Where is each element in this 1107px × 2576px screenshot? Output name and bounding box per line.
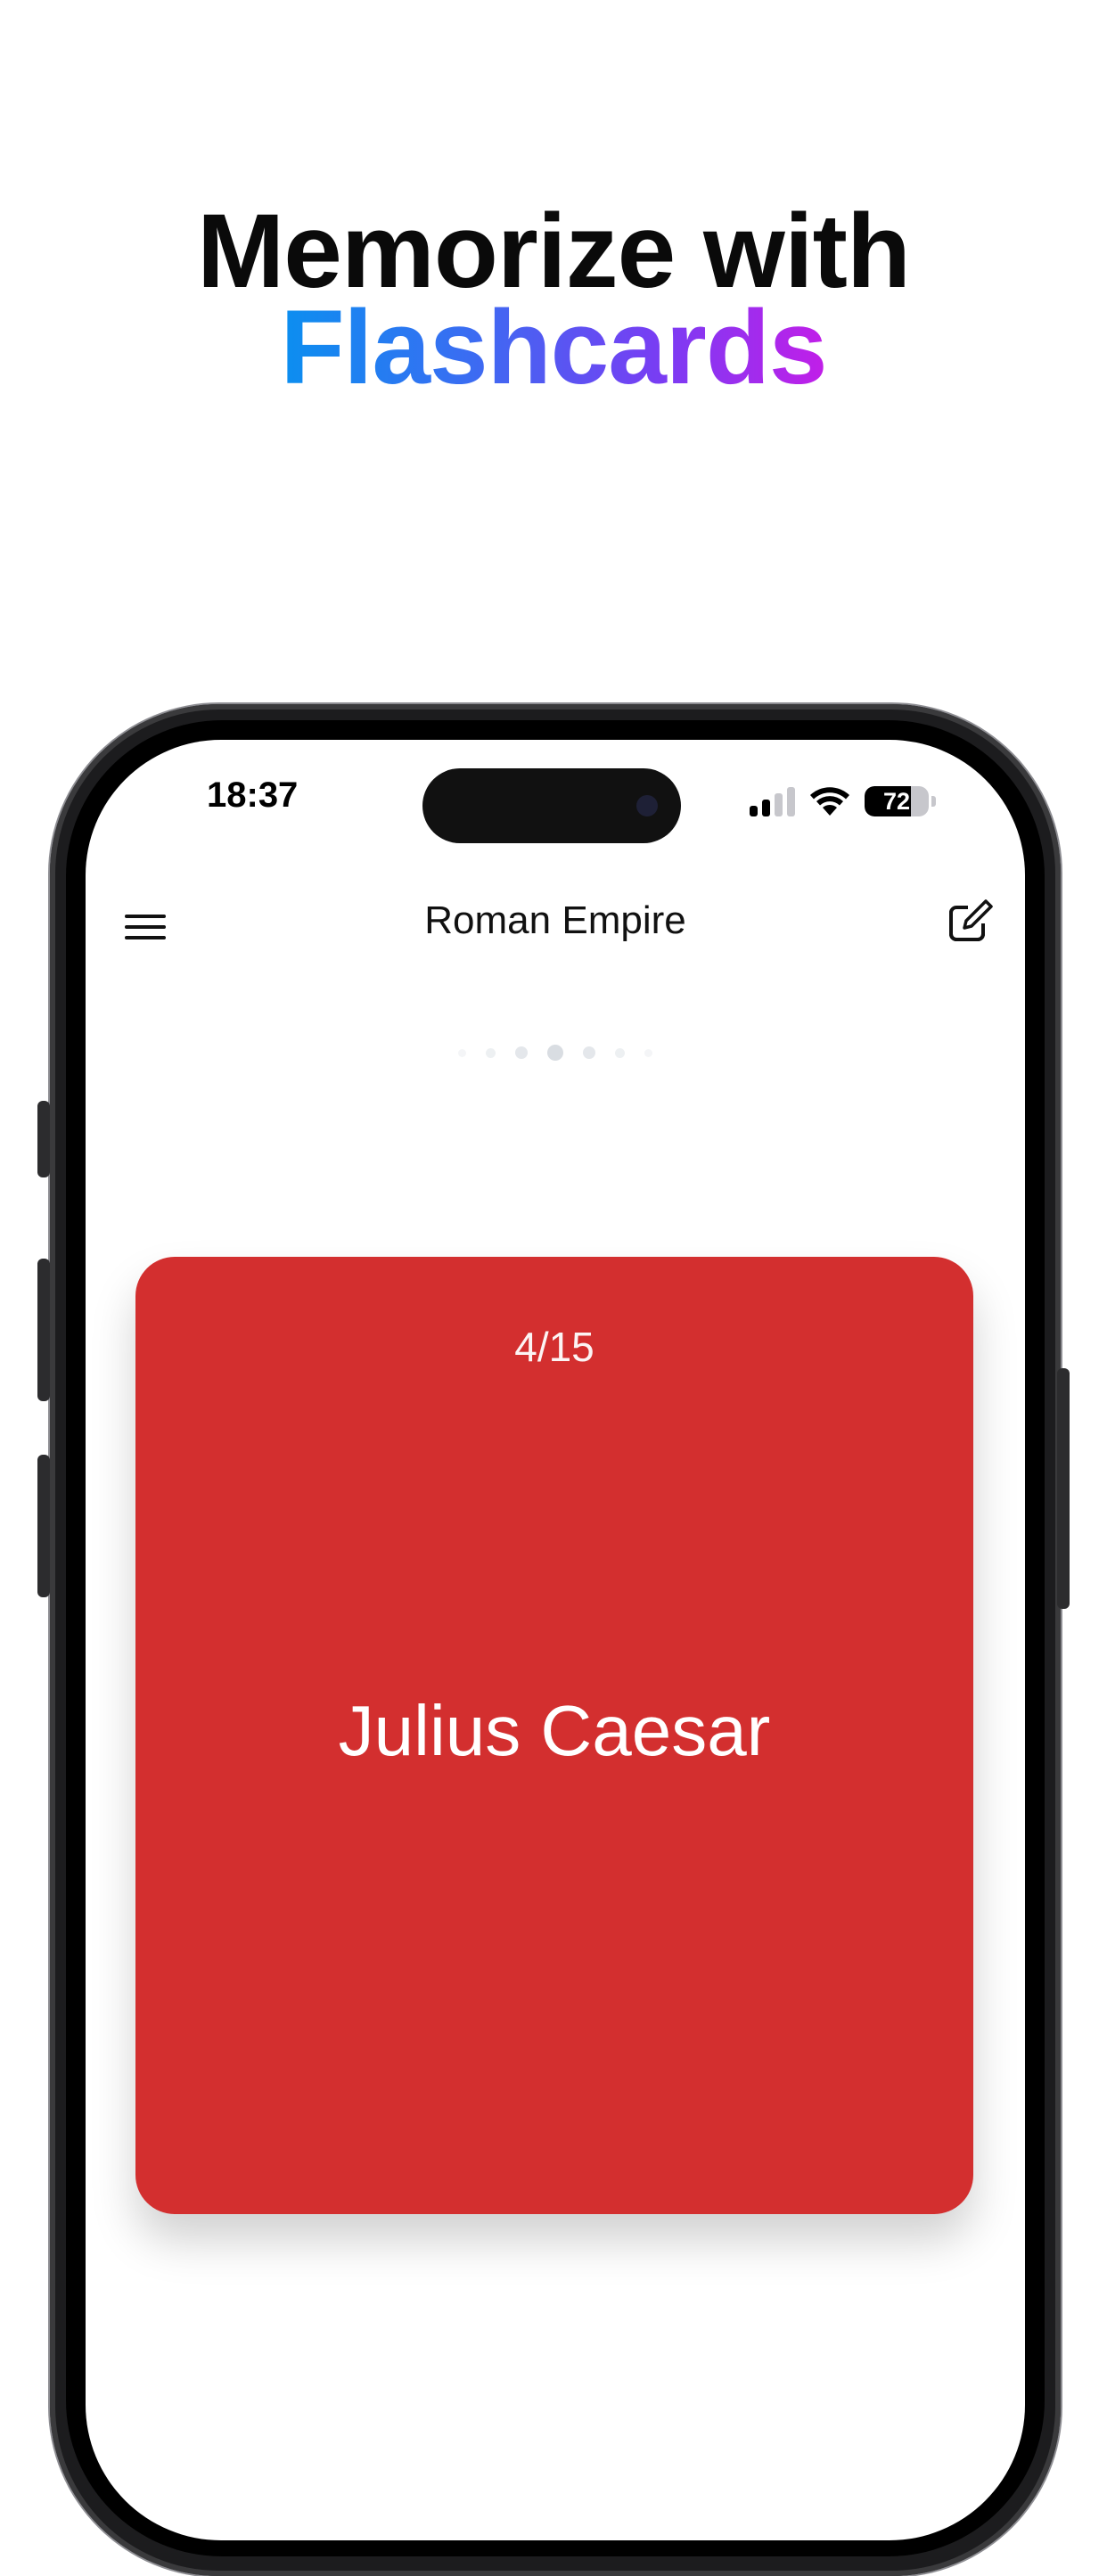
status-time: 18:37 [207,775,299,815]
action-button [37,1101,50,1177]
pager-dot-active[interactable] [547,1045,563,1061]
edit-square-icon[interactable] [947,898,993,945]
cellular-signal-icon [750,786,795,816]
power-button [1057,1368,1070,1609]
pager-dot[interactable] [458,1048,466,1057]
battery-icon: 72 [865,786,929,816]
battery-percentage: 72 [882,788,911,815]
headline-line-2: Flashcards [280,289,827,406]
card-term: Julius Caesar [338,1691,771,1770]
deck-title: Roman Empire [424,898,686,942]
headline-line-1: Memorize with [197,193,911,310]
volume-down-button [37,1455,50,1597]
volume-up-button [37,1259,50,1401]
pager-dot[interactable] [583,1046,595,1059]
status-icons: 72 [750,781,936,816]
pager-dots [86,1045,1025,1061]
dynamic-island [422,768,681,843]
card-counter: 4/15 [514,1324,594,1370]
pager-dot[interactable] [615,1047,625,1058]
flashcard[interactable]: 4/15 Julius Caesar [135,1257,973,2214]
wifi-icon [810,787,849,816]
pager-dot[interactable] [644,1048,652,1057]
promo-headline: Memorize with Flashcards [0,193,1107,406]
phone-screen: 18:37 72 Roman Empire 4/15 Julius Caesar [86,740,1025,2540]
pager-dot[interactable] [486,1047,496,1058]
pager-dot[interactable] [515,1046,528,1059]
front-camera [636,795,658,816]
